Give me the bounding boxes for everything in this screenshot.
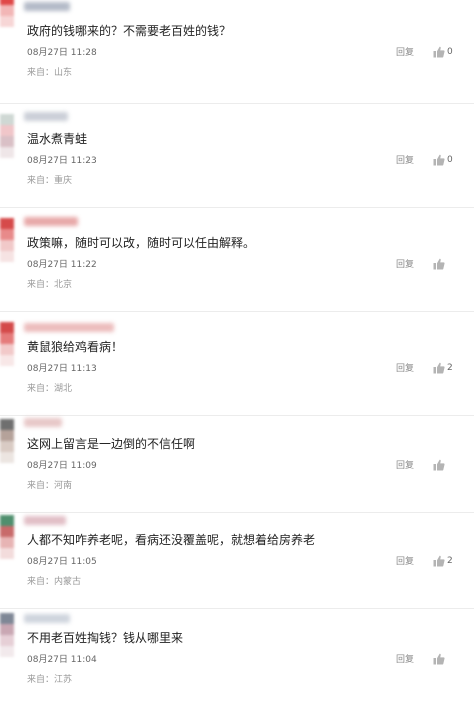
username-blurred[interactable] bbox=[24, 217, 78, 226]
thumbs-up-icon bbox=[433, 459, 445, 471]
comment-content: 黄鼠狼给鸡看病！ bbox=[27, 340, 124, 354]
avatar-segment bbox=[0, 646, 14, 657]
avatar-segment bbox=[0, 251, 14, 262]
comment-time: 08月27日 11:13 bbox=[27, 364, 97, 374]
username-blurred[interactable] bbox=[24, 516, 66, 525]
username-blurred[interactable] bbox=[24, 418, 62, 427]
thumbs-up-icon bbox=[433, 653, 445, 665]
avatar[interactable] bbox=[0, 613, 14, 657]
avatar-segment bbox=[0, 229, 14, 240]
thumbs-up-icon bbox=[433, 555, 445, 567]
comment-time: 08月27日 11:05 bbox=[27, 557, 97, 567]
reply-button[interactable]: 回复 bbox=[396, 460, 414, 472]
comment-time: 08月27日 11:09 bbox=[27, 461, 97, 471]
avatar-segment bbox=[0, 537, 14, 548]
avatar-segment bbox=[0, 613, 14, 624]
username-blurred[interactable] bbox=[24, 112, 68, 121]
avatar-segment bbox=[0, 548, 14, 559]
thumbs-up-icon bbox=[433, 362, 445, 374]
avatar-segment bbox=[0, 452, 14, 463]
avatar-segment bbox=[0, 322, 14, 333]
like-button[interactable] bbox=[433, 458, 447, 472]
avatar[interactable] bbox=[0, 419, 14, 463]
like-button[interactable]: 0 bbox=[433, 153, 453, 167]
avatar-segment bbox=[0, 333, 14, 344]
avatar-segment bbox=[0, 5, 14, 16]
comment-time: 08月27日 11:23 bbox=[27, 156, 97, 166]
avatar[interactable] bbox=[0, 515, 14, 559]
comment-content: 政府的钱哪来的？不需要老百姓的钱？ bbox=[27, 24, 232, 38]
username-blurred[interactable] bbox=[24, 614, 70, 623]
like-button[interactable] bbox=[433, 257, 447, 271]
comment-content: 这网上留言是一边倒的不信任啊 bbox=[27, 437, 196, 451]
like-count: 2 bbox=[447, 556, 453, 566]
avatar-segment bbox=[0, 515, 14, 526]
comment-content: 政策嘛，随时可以改，随时可以任由解释。 bbox=[27, 236, 256, 250]
like-count: 0 bbox=[447, 155, 453, 165]
comment-location: 来自：江苏 bbox=[27, 675, 73, 685]
avatar-segment bbox=[0, 624, 14, 635]
avatar-segment bbox=[0, 240, 14, 251]
avatar[interactable] bbox=[0, 0, 14, 38]
avatar-segment bbox=[0, 430, 14, 441]
like-button[interactable] bbox=[433, 652, 447, 666]
avatar-segment bbox=[0, 419, 14, 430]
comment-item: 这网上留言是一边倒的不信任啊 08月27日 11:09 回复来自：河南 bbox=[0, 409, 474, 513]
like-button[interactable]: 0 bbox=[433, 45, 453, 59]
comment-location: 来自：内蒙古 bbox=[27, 577, 82, 587]
avatar-segment bbox=[0, 355, 14, 366]
comment-time: 08月27日 11:28 bbox=[27, 48, 97, 58]
username-blurred[interactable] bbox=[24, 2, 70, 11]
avatar-segment bbox=[0, 16, 14, 27]
reply-button[interactable]: 回复 bbox=[396, 556, 414, 568]
avatar-segment bbox=[0, 441, 14, 452]
avatar-segment bbox=[0, 526, 14, 537]
reply-button[interactable]: 回复 bbox=[396, 363, 414, 375]
comment-location: 来自：山东 bbox=[27, 68, 73, 78]
thumbs-up-icon bbox=[433, 46, 445, 58]
reply-button[interactable]: 回复 bbox=[396, 654, 414, 666]
reply-button[interactable]: 回复 bbox=[396, 47, 414, 59]
avatar[interactable] bbox=[0, 114, 14, 158]
comment-item: 政策嘛，随时可以改，随时可以任由解释。 08月27日 11:22 回复来自：北京 bbox=[0, 208, 474, 312]
comment-item: 黄鼠狼给鸡看病！ 08月27日 11:13 回复 2 来自：湖北 bbox=[0, 312, 474, 416]
like-count: 2 bbox=[447, 363, 453, 373]
comment-content: 不用老百姓掏钱？钱从哪里来 bbox=[27, 631, 184, 645]
comment-item: 政府的钱哪来的？不需要老百姓的钱？ 08月27日 11:28 回复 0 来自：山东 bbox=[0, 0, 474, 104]
like-button[interactable]: 2 bbox=[433, 361, 453, 375]
avatar-segment bbox=[0, 218, 14, 229]
reply-button[interactable]: 回复 bbox=[396, 259, 414, 271]
avatar[interactable] bbox=[0, 218, 14, 262]
comment-item: 温水煮青蛙 08月27日 11:23 回复 0 来自：重庆 bbox=[0, 104, 474, 208]
comment-content: 温水煮青蛙 bbox=[27, 132, 88, 146]
comment-location: 来自：湖北 bbox=[27, 384, 73, 394]
avatar[interactable] bbox=[0, 322, 14, 366]
comment-item: 人都不知咋养老呢，看病还没覆盖呢，就想着给房养老 08月27日 11:05 回复 2 来… bbox=[0, 505, 474, 609]
comment-location: 来自：北京 bbox=[27, 280, 73, 290]
avatar-segment bbox=[0, 27, 14, 38]
avatar-segment bbox=[0, 136, 14, 147]
avatar-segment bbox=[0, 635, 14, 646]
like-count: 0 bbox=[447, 47, 453, 57]
thumbs-up-icon bbox=[433, 258, 445, 270]
comment-time: 08月27日 11:22 bbox=[27, 260, 97, 270]
reply-button[interactable]: 回复 bbox=[396, 155, 414, 167]
comment-location: 来自：重庆 bbox=[27, 176, 73, 186]
username-blurred[interactable] bbox=[24, 323, 114, 332]
avatar-segment bbox=[0, 147, 14, 158]
comment-time: 08月27日 11:04 bbox=[27, 655, 97, 665]
thumbs-up-icon bbox=[433, 154, 445, 166]
avatar-segment bbox=[0, 344, 14, 355]
avatar-segment bbox=[0, 114, 14, 125]
like-button[interactable]: 2 bbox=[433, 554, 453, 568]
comment-item: 不用老百姓掏钱？钱从哪里来 08月27日 11:04 回复来自：江苏 bbox=[0, 603, 474, 707]
comment-location: 来自：河南 bbox=[27, 481, 73, 491]
comment-content: 人都不知咋养老呢，看病还没覆盖呢，就想着给房养老 bbox=[27, 533, 316, 547]
avatar-segment bbox=[0, 125, 14, 136]
